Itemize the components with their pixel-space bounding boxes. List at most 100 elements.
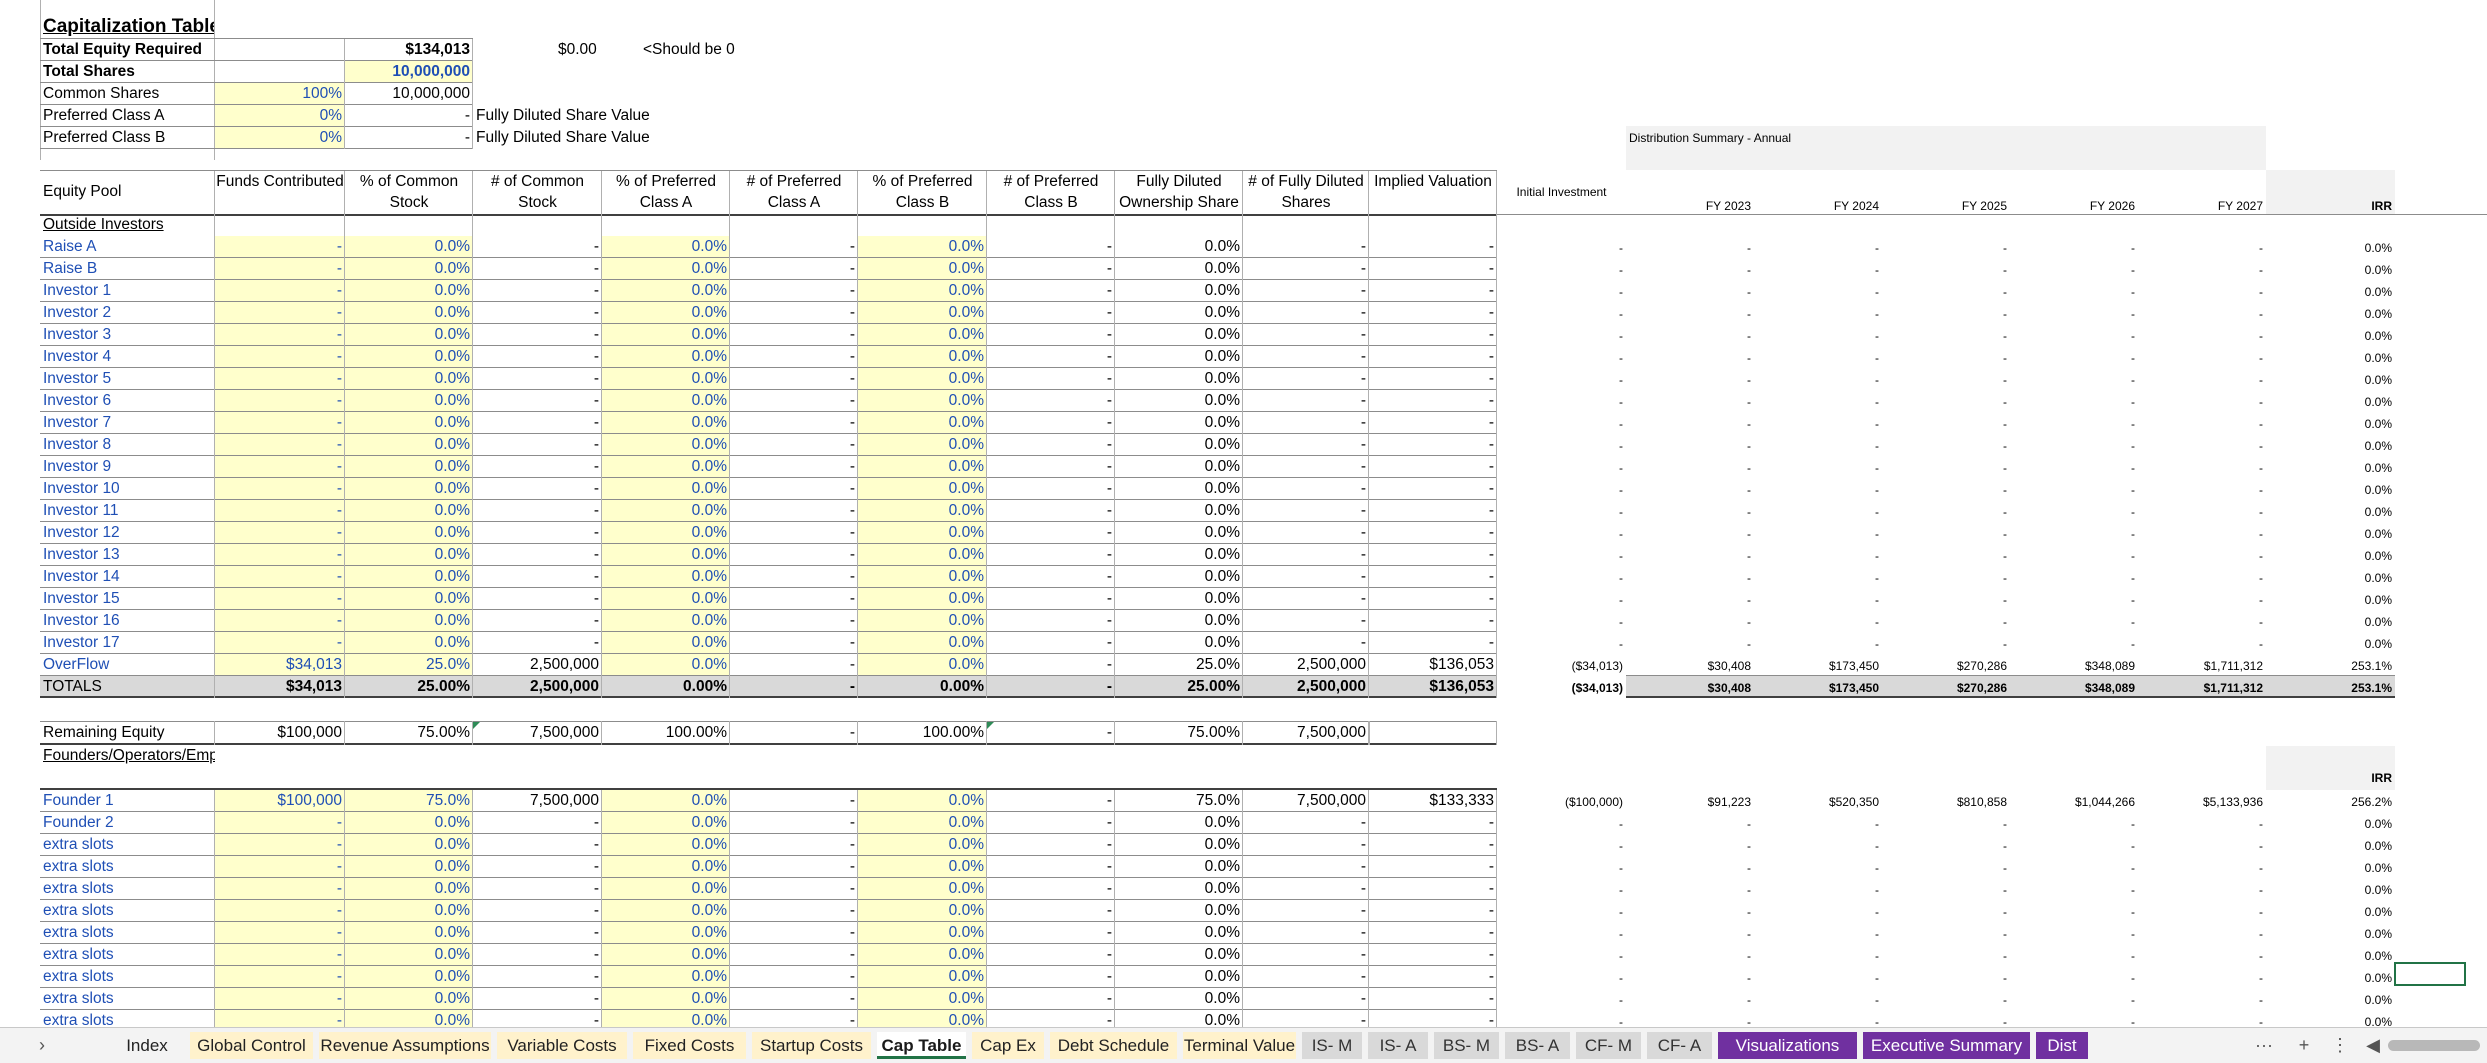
equity-cell[interactable]: - [215,632,345,654]
equity-row-name[interactable]: Investor 5 [40,368,215,390]
spreadsheet-grid[interactable]: Capitalization Table Total Equity Require… [0,0,2487,1027]
equity-cell[interactable]: 0.0% [602,654,730,676]
equity-cell[interactable]: 0.0% [858,412,987,434]
equity-row-name[interactable]: OverFlow [40,654,215,676]
summary-pct-input[interactable]: 0% [215,105,345,127]
equity-cell[interactable]: 0.0% [345,632,473,654]
equity-row-name[interactable]: extra slots [40,856,215,878]
sheet-tab-visualizations[interactable]: Visualizations [1718,1032,1857,1059]
equity-cell[interactable]: 0.0% [858,346,987,368]
equity-row-name[interactable]: extra slots [40,834,215,856]
equity-row-name[interactable]: extra slots [40,966,215,988]
equity-row-name[interactable]: Investor 2 [40,302,215,324]
equity-cell[interactable]: 0.0% [602,566,730,588]
equity-cell[interactable]: 0.0% [858,632,987,654]
add-sheet-icon[interactable]: + [2290,1032,2318,1059]
equity-cell[interactable]: - [215,566,345,588]
equity-cell[interactable]: - [215,258,345,280]
equity-cell[interactable]: 0.0% [345,588,473,610]
equity-cell[interactable]: 0.0% [345,324,473,346]
equity-cell[interactable]: - [215,412,345,434]
equity-cell[interactable]: 0.0% [602,434,730,456]
equity-cell[interactable]: 0.0% [602,478,730,500]
sheet-tab-terminal-value[interactable]: Terminal Value [1183,1032,1296,1059]
equity-cell[interactable]: 0.0% [345,258,473,280]
equity-cell[interactable]: 0.0% [345,812,473,834]
sheet-tab-debt-schedule[interactable]: Debt Schedule [1050,1032,1177,1059]
equity-cell[interactable]: 0.0% [602,544,730,566]
equity-cell[interactable]: 0.0% [345,544,473,566]
equity-cell[interactable]: 0.0% [602,368,730,390]
equity-cell[interactable]: - [215,456,345,478]
sheet-tab-dist[interactable]: Dist [2036,1032,2088,1059]
equity-cell[interactable]: - [215,900,345,922]
sheet-tab-startup-costs[interactable]: Startup Costs [752,1032,871,1059]
equity-cell[interactable]: 0.0% [858,522,987,544]
equity-row-name[interactable]: Investor 7 [40,412,215,434]
tab-scroll-right-icon[interactable]: › [30,1032,54,1059]
equity-cell[interactable]: - [215,500,345,522]
equity-cell[interactable]: 0.0% [345,878,473,900]
equity-row-name[interactable]: Investor 14 [40,566,215,588]
equity-cell[interactable]: - [215,522,345,544]
equity-cell[interactable]: 0.0% [858,478,987,500]
equity-cell[interactable]: 0.0% [602,856,730,878]
comment-indicator-icon[interactable] [987,722,994,729]
equity-cell[interactable]: - [215,1010,345,1027]
equity-cell[interactable]: - [215,236,345,258]
sheet-tab-cf-m[interactable]: CF- M [1576,1032,1641,1059]
equity-cell[interactable]: - [215,544,345,566]
equity-cell[interactable]: 0.0% [858,966,987,988]
equity-row-name[interactable]: Investor 10 [40,478,215,500]
equity-row-name[interactable]: extra slots [40,922,215,944]
equity-cell[interactable]: 0.0% [345,834,473,856]
equity-cell[interactable]: 0.0% [345,456,473,478]
equity-row-name[interactable]: Investor 4 [40,346,215,368]
equity-cell[interactable]: 0.0% [858,588,987,610]
equity-row-name[interactable]: Investor 9 [40,456,215,478]
equity-cell[interactable]: $34,013 [215,654,345,676]
equity-cell[interactable]: 0.0% [858,834,987,856]
equity-cell[interactable]: 0.0% [602,610,730,632]
equity-cell[interactable]: - [215,478,345,500]
equity-cell[interactable]: 25.0% [345,654,473,676]
equity-row-name[interactable]: extra slots [40,988,215,1010]
equity-cell[interactable]: 0.0% [345,522,473,544]
equity-cell[interactable]: 0.0% [858,280,987,302]
equity-row-name[interactable]: TOTALS [40,676,215,698]
equity-cell[interactable]: - [215,988,345,1010]
equity-cell[interactable]: 0.0% [345,566,473,588]
equity-cell[interactable]: 0.0% [345,412,473,434]
summary-pct-input[interactable]: 0% [215,127,345,149]
equity-cell[interactable]: 0.0% [602,944,730,966]
equity-cell[interactable]: 0.0% [602,456,730,478]
equity-row-name[interactable]: Raise B [40,258,215,280]
equity-cell[interactable]: - [215,346,345,368]
equity-row-name[interactable]: extra slots [40,1010,215,1027]
equity-cell[interactable]: - [215,834,345,856]
equity-cell[interactable]: - [215,390,345,412]
active-cell-selection[interactable] [2394,962,2466,986]
equity-cell[interactable]: 0.0% [858,500,987,522]
equity-cell[interactable]: 0.0% [858,434,987,456]
scroll-left-icon[interactable]: ◀ [2363,1032,2383,1059]
equity-cell[interactable]: 0.0% [602,790,730,812]
sheet-tab-revenue-assumptions[interactable]: Revenue Assumptions [319,1032,491,1059]
equity-cell[interactable]: 0.0% [858,368,987,390]
equity-cell[interactable]: 0.0% [345,236,473,258]
equity-cell[interactable]: 0.0% [345,368,473,390]
equity-cell[interactable]: 0.0% [602,834,730,856]
equity-cell[interactable]: - [215,944,345,966]
equity-cell[interactable]: - [215,878,345,900]
equity-row-name[interactable]: Investor 6 [40,390,215,412]
sheet-tab-bs-m[interactable]: BS- M [1434,1032,1499,1059]
equity-cell[interactable]: 0.0% [345,500,473,522]
equity-cell[interactable]: - [215,302,345,324]
sheet-tab-cap-table[interactable]: Cap Table [877,1032,966,1059]
equity-cell[interactable]: 0.0% [858,812,987,834]
equity-row-name[interactable]: extra slots [40,944,215,966]
equity-row-name[interactable]: Investor 15 [40,588,215,610]
equity-cell[interactable]: 0.0% [858,856,987,878]
equity-cell[interactable]: 0.0% [345,280,473,302]
tab-menu-icon[interactable]: ⋮ [2330,1032,2350,1059]
